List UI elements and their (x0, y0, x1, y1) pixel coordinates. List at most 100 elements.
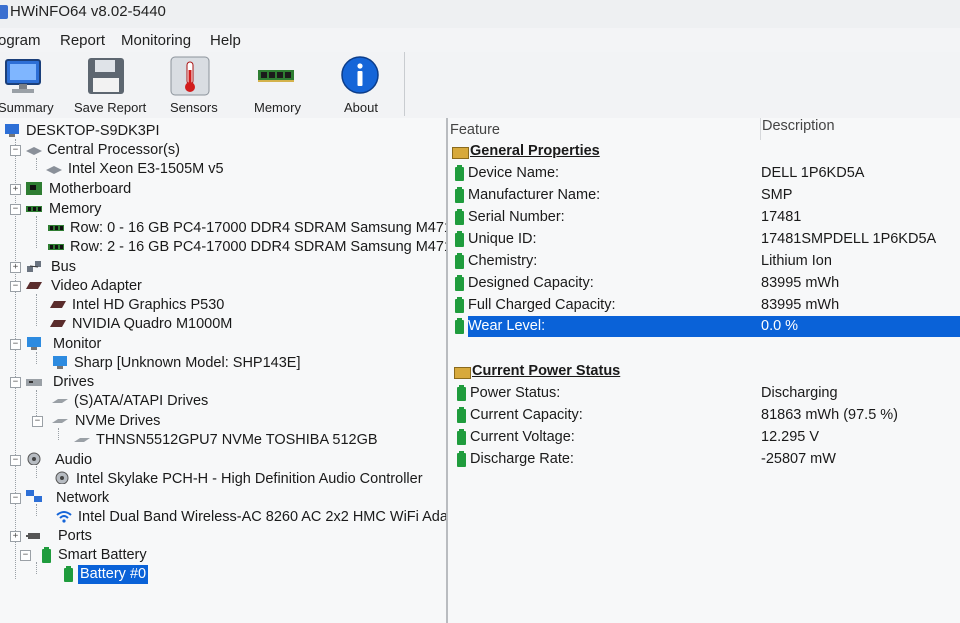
tree-label: Memory (49, 201, 102, 217)
property-value: 83995 mWh (761, 275, 840, 291)
column-separator[interactable] (760, 118, 761, 140)
property-row[interactable]: Serial Number: 17481 (448, 207, 960, 228)
drive-icon (52, 419, 68, 423)
info-icon (341, 56, 379, 94)
battery-icon (457, 407, 466, 423)
drive-icon (26, 379, 42, 386)
summary-button[interactable]: Summary (0, 56, 54, 116)
property-feature: Device Name: (468, 165, 560, 181)
expand-icon[interactable]: + (10, 262, 21, 273)
menu-program[interactable]: ogram (0, 32, 41, 49)
collapse-icon[interactable]: − (10, 493, 21, 504)
battery-icon (455, 297, 464, 313)
floppy-disk-icon (88, 58, 124, 94)
battery-icon (455, 275, 464, 291)
property-row-selected[interactable]: Wear Level: 0.0 % (448, 316, 960, 337)
sensors-label: Sensors (170, 100, 218, 115)
about-label: About (344, 100, 378, 115)
drive-icon (74, 438, 90, 442)
tree-label-selected: Battery #0 (78, 565, 149, 584)
collapse-icon[interactable]: − (10, 339, 21, 350)
menu-report[interactable]: Report (60, 32, 105, 49)
memory-icon (26, 206, 42, 212)
collapse-icon[interactable]: − (10, 204, 21, 215)
property-value: 17481 (761, 209, 802, 225)
property-value: 12.295 V (761, 429, 820, 445)
property-value: 0.0 % (761, 318, 799, 334)
expand-icon[interactable]: + (10, 184, 21, 195)
property-feature: Manufacturer Name: (468, 187, 601, 203)
collapse-icon[interactable]: − (10, 145, 21, 156)
property-value: Discharging (761, 385, 838, 401)
memory-button[interactable]: Memory (252, 56, 302, 116)
tree-label: NVIDIA Quadro M1000M (72, 316, 233, 332)
monitor-icon (5, 59, 41, 93)
tree-label: Monitor (53, 336, 102, 352)
tree-line (36, 294, 37, 326)
property-row[interactable]: Manufacturer Name: SMP (448, 185, 960, 206)
tree-label: Video Adapter (51, 278, 142, 294)
memory-module-icon (48, 244, 64, 250)
about-button[interactable]: About (340, 56, 386, 116)
property-row[interactable]: Chemistry: Lithium Ion (448, 251, 960, 272)
save-report-label: Save Report (74, 100, 147, 115)
battery-icon (457, 451, 466, 467)
expand-icon[interactable]: + (10, 531, 21, 542)
tree-label: Sharp [Unknown Model: SHP143E] (74, 355, 301, 371)
wifi-icon (56, 511, 72, 523)
property-row[interactable]: Full Charged Capacity: 83995 mWh (448, 295, 960, 316)
property-row[interactable]: Current Capacity: 81863 mWh (97.5 %) (448, 405, 960, 426)
sensors-button[interactable]: Sensors (166, 56, 218, 116)
collapse-icon[interactable]: − (10, 455, 21, 466)
menu-monitoring[interactable]: Monitoring (121, 32, 191, 49)
property-feature: Designed Capacity: (468, 275, 594, 291)
cpu-chip-icon (46, 166, 62, 174)
device-tree[interactable]: DESKTOP-S9DK3PI − Central Processor(s) I… (0, 118, 448, 623)
menu-help[interactable]: Help (210, 32, 241, 49)
battery-icon (455, 209, 464, 225)
property-value: DELL 1P6KD5A (761, 165, 865, 181)
battery-icon (455, 253, 464, 269)
gpu-icon (26, 282, 42, 289)
property-row[interactable]: Current Voltage: 12.295 V (448, 427, 960, 448)
battery-icon (455, 187, 464, 203)
collapse-icon[interactable]: − (20, 550, 31, 561)
collapse-icon[interactable]: − (10, 281, 21, 292)
battery-icon (455, 231, 464, 247)
property-value: 83995 mWh (761, 297, 840, 313)
monitor-icon (53, 356, 67, 369)
property-row[interactable]: Device Name: DELL 1P6KD5A (448, 163, 960, 184)
tree-line (36, 352, 37, 364)
property-row[interactable]: Unique ID: 17481SMPDELL 1P6KD5A (448, 229, 960, 250)
tree-label: Audio (55, 452, 93, 468)
speaker-icon (27, 452, 41, 465)
tree-label: Bus (51, 259, 76, 275)
details-pane[interactable]: Feature Description General Properties D… (448, 118, 960, 623)
tree-label: Smart Battery (58, 547, 147, 563)
network-icon (26, 490, 42, 502)
property-value: SMP (761, 187, 793, 203)
property-row[interactable]: Power Status: Discharging (448, 383, 960, 404)
property-row[interactable]: Discharge Rate: -25807 mW (448, 449, 960, 470)
collapse-icon[interactable]: − (32, 416, 43, 427)
app-icon (0, 5, 8, 19)
gpu-icon (50, 301, 66, 308)
battery-icon (457, 429, 466, 445)
battery-icon (455, 165, 464, 181)
save-report-button[interactable]: Save Report (72, 56, 147, 116)
tree-label: Row: 2 - 16 GB PC4-17000 DDR4 SDRAM Sams… (70, 239, 448, 255)
property-value: 81863 mWh (97.5 %) (761, 407, 899, 423)
tree-label: Drives (53, 374, 95, 390)
tree-line (36, 158, 37, 170)
column-header-description[interactable]: Description (762, 118, 835, 138)
collapse-icon[interactable]: − (10, 377, 21, 388)
tree-line (36, 562, 37, 574)
column-header-feature[interactable]: Feature (450, 118, 500, 142)
summary-label: Summary (0, 100, 54, 115)
menu-bar: ogram Report Monitoring Help (0, 28, 960, 52)
property-row[interactable]: Designed Capacity: 83995 mWh (448, 273, 960, 294)
tree-label: Network (56, 490, 110, 506)
section-icon (454, 367, 471, 379)
tree-line (36, 466, 37, 478)
bus-icon (27, 261, 41, 272)
